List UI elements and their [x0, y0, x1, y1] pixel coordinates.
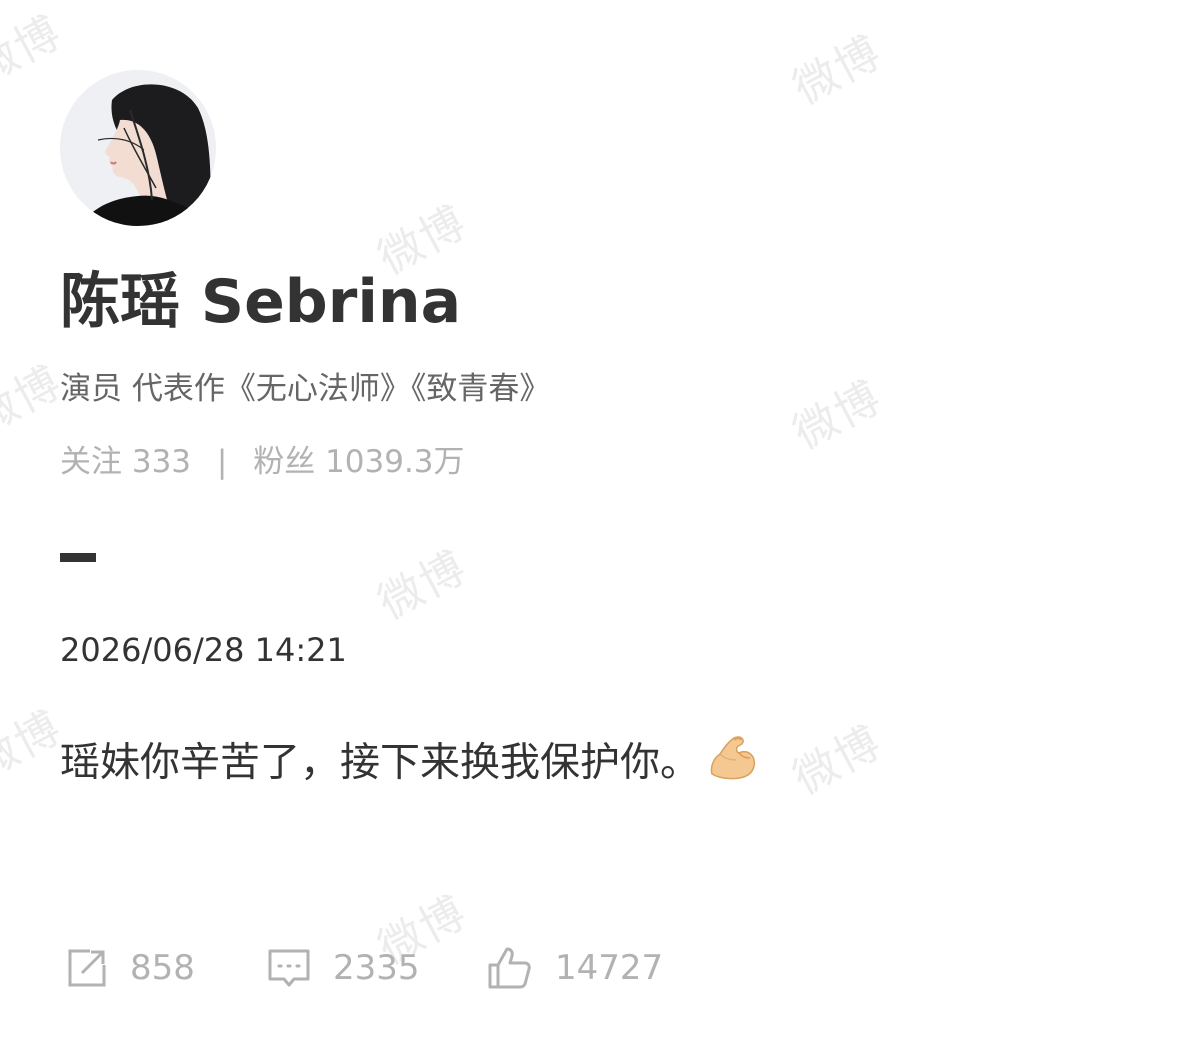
comment-button[interactable]: 2335: [267, 940, 420, 996]
following-link[interactable]: 关注 333: [60, 444, 201, 480]
following-label: 关注: [60, 444, 122, 480]
repost-count: 858: [130, 948, 195, 988]
followers-link[interactable]: 粉丝 1039.3万: [253, 444, 464, 480]
post-text: 瑶妹你辛苦了，接下来换我保护你。: [60, 739, 700, 786]
watermark: 微博: [785, 716, 891, 805]
profile-name[interactable]: 陈瑶 Sebrina: [60, 262, 461, 342]
watermark: 微博: [370, 541, 476, 630]
profile-bio: 演员 代表作《无心法师》《致青春》: [60, 371, 551, 407]
followers-label: 粉丝: [253, 444, 316, 480]
post-timestamp: 2026/06/28 14:21: [60, 631, 347, 669]
flexed-biceps-icon: [706, 730, 758, 799]
like-count: 14727: [555, 948, 664, 988]
thumbs-up-icon: [487, 945, 533, 991]
stats-separator: |: [216, 444, 228, 480]
following-count: 333: [131, 444, 192, 480]
watermark: 微博: [785, 371, 891, 460]
repost-button[interactable]: 858: [66, 940, 195, 996]
share-icon: [66, 947, 108, 989]
watermark: 微博: [0, 6, 71, 95]
comment-count: 2335: [333, 948, 420, 988]
avatar[interactable]: [60, 70, 216, 226]
followers-count: 1039.3万: [325, 444, 465, 480]
post-content: 瑶妹你辛苦了，接下来换我保护你。: [60, 730, 758, 799]
comment-icon: [267, 946, 311, 990]
profile-stats: 关注 333 | 粉丝 1039.3万: [60, 440, 465, 484]
like-button[interactable]: 14727: [487, 940, 663, 996]
watermark: 微博: [785, 26, 891, 115]
section-divider: [60, 553, 96, 562]
